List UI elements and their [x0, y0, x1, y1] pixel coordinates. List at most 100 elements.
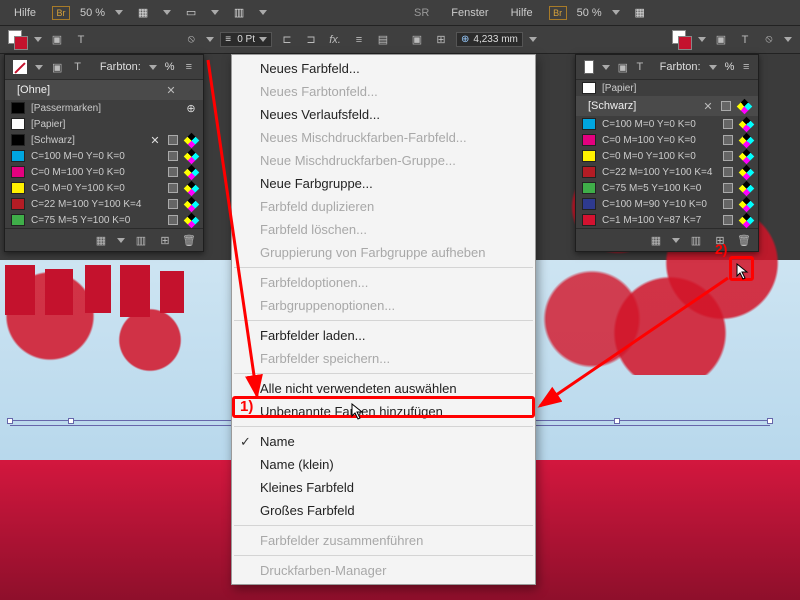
swatch-row[interactable]: C=100 M=0 Y=0 K=0	[5, 148, 203, 164]
none-stroke-right-icon[interactable]: ⦸	[760, 31, 778, 49]
menu-item[interactable]: Großes Farbfeld	[232, 499, 535, 522]
zoom-dropdown-icon[interactable]	[115, 10, 123, 15]
wrap-icon[interactable]: ▤	[374, 31, 392, 49]
menu-item[interactable]: Name (klein)	[232, 453, 535, 476]
text-btn-right-icon[interactable]: T	[636, 59, 644, 75]
label-sr: SR	[408, 4, 435, 22]
w-drop-icon[interactable]	[529, 37, 537, 42]
swatch-row[interactable]: C=0 M=100 Y=0 K=0	[5, 164, 203, 180]
frame-fit-icon[interactable]: ▣	[408, 31, 426, 49]
width-field[interactable]: ⊕ 4,233 mm	[456, 32, 523, 47]
registration-icon: ⊕	[185, 102, 197, 114]
menu-item[interactable]: Neues Farbfeld...	[232, 57, 535, 80]
cap-icon[interactable]: ⊏	[278, 31, 296, 49]
fill-dropdown-right-icon[interactable]	[698, 37, 706, 42]
menu-item[interactable]: Neue Farbgruppe...	[232, 172, 535, 195]
swatch-row[interactable]: C=75 M=5 Y=100 K=0	[576, 180, 758, 196]
swatch-row[interactable]: C=0 M=0 Y=100 K=0	[5, 180, 203, 196]
view-dropdown-icon[interactable]	[163, 10, 171, 15]
new-group-icon[interactable]: ▥	[133, 233, 149, 247]
swatch-row[interactable]: [Papier]	[5, 116, 203, 132]
stroke-drop-right-icon[interactable]	[784, 37, 792, 42]
container-icon[interactable]: ▣	[48, 31, 66, 49]
menu-separator	[234, 426, 533, 427]
panel-menu-right-icon[interactable]: ≡	[742, 59, 750, 75]
swatch-row[interactable]: [Passermarken]⊕	[5, 100, 203, 116]
fill-stroke-tool-right[interactable]	[672, 30, 692, 50]
stroke-drop-icon[interactable]	[206, 37, 214, 42]
menu-item[interactable]: Farbfelder laden...	[232, 324, 535, 347]
fill-dropdown-icon[interactable]	[34, 37, 42, 42]
ohne-row[interactable]: [Ohne] ✕	[5, 80, 203, 100]
paper-swatch-icon[interactable]	[584, 60, 594, 74]
fx-icon[interactable]: fx.	[326, 31, 344, 49]
text-icon[interactable]: T	[72, 31, 90, 49]
tint-drop-right-icon[interactable]	[709, 65, 717, 70]
para-icon[interactable]: ≡	[350, 31, 368, 49]
swatch-row[interactable]: C=100 M=0 Y=0 K=0	[576, 116, 758, 132]
menu-item: Farbfeld löschen...	[232, 218, 535, 241]
none-swatch-icon[interactable]	[13, 60, 27, 74]
container-btn-icon[interactable]: ▣	[51, 59, 63, 75]
swatch-row[interactable]: C=0 M=100 Y=0 K=0	[576, 132, 758, 148]
menu-item[interactable]: Neues Verlaufsfeld...	[232, 103, 535, 126]
menu-item[interactable]: Kleines Farbfeld	[232, 476, 535, 499]
menu-separator	[234, 555, 533, 556]
show-options-icon[interactable]: ▦	[93, 233, 109, 247]
transform-icon[interactable]: ⊞	[432, 31, 450, 49]
menubar-right: SR Fenster Hilfe Br 50 % ▦	[400, 0, 800, 26]
view-options-icon[interactable]: ▦	[133, 5, 153, 21]
swatch-row[interactable]: C=1 M=100 Y=87 K=7	[576, 212, 758, 228]
show-options-right-icon[interactable]: ▦	[648, 233, 664, 247]
swatch-drop-icon[interactable]	[35, 65, 43, 70]
container-btn-right-icon[interactable]: ▣	[618, 59, 628, 75]
menu-fenster[interactable]: Fenster	[445, 4, 494, 22]
panel-menu-icon[interactable]: ≡	[183, 59, 195, 75]
zoom-level-right[interactable]: 50 %	[577, 7, 602, 19]
tint-drop-icon[interactable]	[149, 65, 157, 70]
swatch-row[interactable]: C=0 M=0 Y=100 K=0	[576, 148, 758, 164]
papier-row[interactable]: [Papier]	[576, 80, 758, 96]
bridge-icon[interactable]: Br	[52, 6, 70, 20]
screen-dropdown-icon[interactable]	[211, 10, 219, 15]
delete-swatch-right-icon[interactable]: 🗑	[736, 233, 752, 247]
swatch-row[interactable]: C=22 M=100 Y=100 K=4	[576, 164, 758, 180]
join-icon[interactable]: ⊐	[302, 31, 320, 49]
tint-label-right: Farbton:	[660, 61, 701, 73]
swatch-row[interactable]: C=100 M=90 Y=10 K=0	[576, 196, 758, 212]
swatch-row[interactable]: [Schwarz]✕	[5, 132, 203, 148]
fill-stroke-tool[interactable]	[8, 30, 28, 50]
zoom-dropdown-right-icon[interactable]	[612, 10, 620, 15]
menu-hilfe-right[interactable]: Hilfe	[505, 4, 539, 22]
swatches-panel-left: ▣ T Farbton: % ≡ [Ohne] ✕ [Passermarken]…	[4, 54, 204, 252]
menu-separator	[234, 320, 533, 321]
new-swatch-icon[interactable]: ⊞	[157, 233, 173, 247]
stroke-weight-field[interactable]: ≡ 0 Pt	[220, 32, 272, 47]
swatches-panel-right: ▣ T Farbton: % ≡ [Papier] [Schwarz] ✕ C=…	[575, 54, 759, 252]
delete-swatch-icon[interactable]: 🗑	[181, 233, 197, 247]
swatch-drop-right-icon[interactable]	[602, 65, 610, 70]
arrange-icon[interactable]: ▥	[229, 5, 249, 21]
bridge-icon-right[interactable]: Br	[549, 6, 567, 20]
menu-item[interactable]: Name✓	[232, 430, 535, 453]
swatch-row[interactable]: C=22 M=100 Y=100 K=4	[5, 196, 203, 212]
cursor-icon-2	[736, 263, 750, 281]
new-group-right-icon[interactable]: ▥	[688, 233, 704, 247]
text-btn-icon[interactable]: T	[71, 59, 83, 75]
lock-icon: ✕	[163, 83, 179, 97]
swatch-row[interactable]: C=75 M=5 Y=100 K=0	[5, 212, 203, 228]
arrange-dropdown-icon[interactable]	[259, 10, 267, 15]
view-options-right-icon[interactable]: ▦	[630, 5, 650, 21]
swatches-flyout-menu: Neues Farbfeld...Neues Farbtonfeld...Neu…	[231, 54, 536, 585]
schwarz-row[interactable]: [Schwarz] ✕	[576, 96, 758, 116]
container-right-icon[interactable]: ▣	[712, 31, 730, 49]
text-right-icon[interactable]: T	[736, 31, 754, 49]
menu-separator	[234, 373, 533, 374]
check-icon: ✓	[240, 434, 251, 450]
zoom-level[interactable]: 50 %	[80, 7, 105, 19]
none-stroke-icon[interactable]: ⦸	[182, 31, 200, 49]
menu-hilfe[interactable]: Hilfe	[8, 4, 42, 22]
screen-mode-icon[interactable]: ▭	[181, 5, 201, 21]
menu-separator	[234, 525, 533, 526]
menu-item: Farbfeld duplizieren	[232, 195, 535, 218]
